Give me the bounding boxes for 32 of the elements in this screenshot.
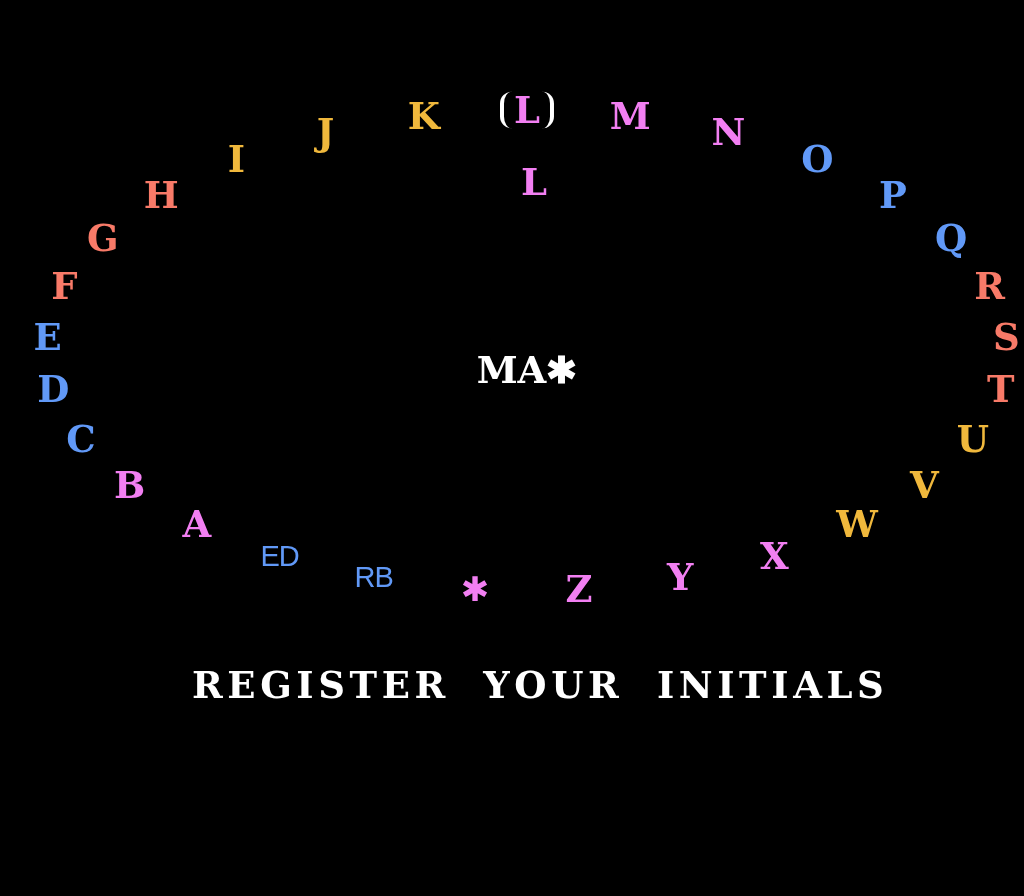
letter-key[interactable]: S [992, 318, 1020, 356]
letter-key[interactable]: A [182, 505, 212, 543]
letter-key[interactable]: M [609, 97, 651, 135]
letter-key[interactable]: N [711, 113, 746, 151]
command-key[interactable]: RB [354, 562, 393, 592]
letter-key[interactable]: E [33, 318, 62, 356]
letter-key[interactable]: Q [934, 219, 968, 257]
letter-key[interactable]: K [407, 97, 440, 135]
letter-key[interactable]: Y [667, 558, 694, 596]
letter-key[interactable]: C [66, 420, 96, 458]
letter-key[interactable]: V [909, 466, 939, 504]
asterisk-key[interactable]: ✱ [460, 571, 490, 606]
current-letter: L [521, 163, 547, 201]
letter-key[interactable]: P [878, 176, 907, 214]
letter-key[interactable]: B [114, 466, 146, 504]
letter-key[interactable]: J [316, 113, 335, 151]
initials-entry: MA✱ [476, 351, 578, 389]
letter-key[interactable]: Z [565, 570, 593, 608]
letter-key[interactable]: X [760, 537, 789, 575]
prompt-text: REGISTER YOUR INITIALS [192, 667, 889, 704]
letter-key[interactable]: T [986, 370, 1015, 408]
letter-key[interactable]: U [956, 420, 990, 458]
letter-key[interactable]: L [500, 91, 554, 129]
letter-key[interactable]: I [227, 140, 246, 178]
letter-key[interactable]: G [87, 219, 119, 257]
letter-key[interactable]: F [51, 267, 78, 305]
letter-key[interactable]: D [37, 370, 70, 408]
command-key[interactable]: ED [260, 541, 299, 571]
letter-key[interactable]: R [974, 267, 1005, 305]
letter-key[interactable]: W [836, 505, 878, 543]
letter-key[interactable]: H [143, 176, 179, 214]
letter-key[interactable]: O [801, 140, 834, 178]
